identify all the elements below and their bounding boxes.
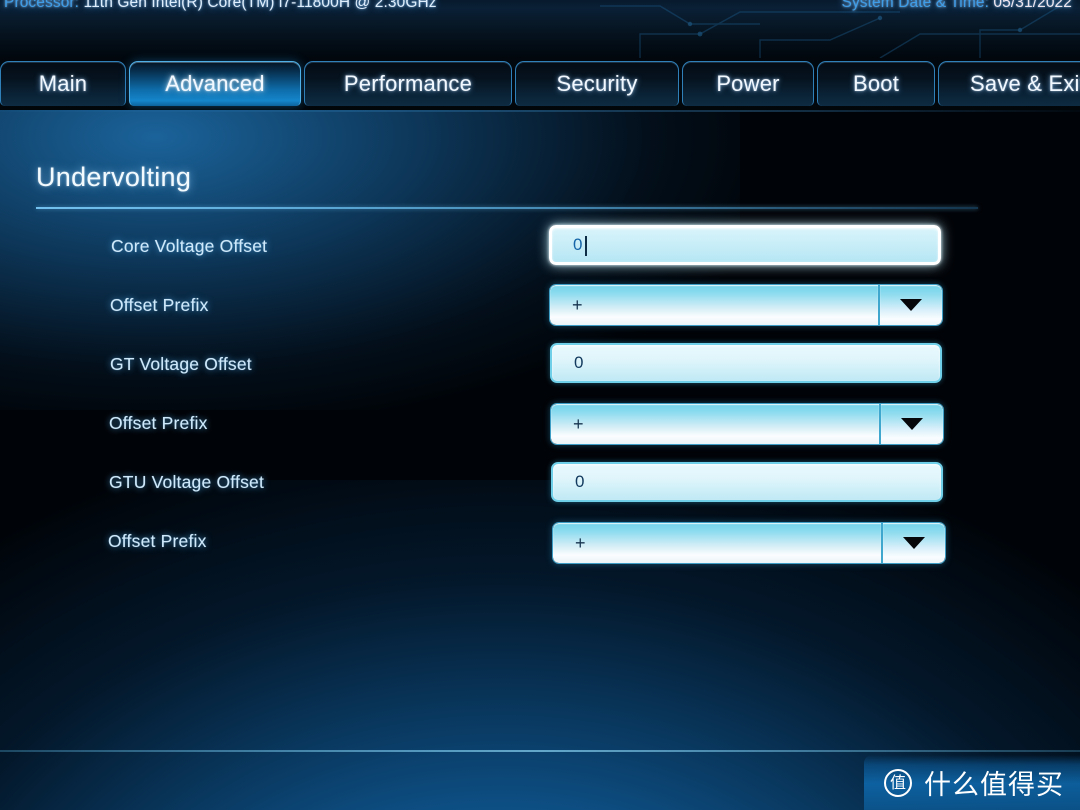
tab-security[interactable]: Security xyxy=(515,61,679,106)
tab-label: Main xyxy=(38,71,88,96)
input-gt-voltage-offset[interactable]: 0 xyxy=(550,343,942,383)
tab-label: Security xyxy=(556,71,638,96)
dropdown-toggle-button[interactable] xyxy=(880,285,942,325)
tab-label: Performance xyxy=(343,71,473,96)
chevron-down-icon xyxy=(903,537,925,549)
settings-content-area: Undervolting Core Voltage Offset 0 Offse… xyxy=(0,110,1080,810)
dropdown-toggle-button[interactable] xyxy=(883,523,945,563)
dropdown-face[interactable]: + xyxy=(550,285,878,325)
dropdown-offset-prefix-core[interactable]: + xyxy=(549,284,943,326)
tab-label: Power xyxy=(716,71,780,96)
input-value: 0 xyxy=(574,353,584,372)
dropdown-offset-prefix-gtu[interactable]: + xyxy=(552,522,946,564)
form-row-offset-prefix-gt: Offset Prefix + xyxy=(0,399,1080,458)
system-info-header: Processor: 11th Gen Intel(R) Core(TM) i7… xyxy=(0,0,1080,58)
form-row-gt-voltage-offset: GT Voltage Offset 0 xyxy=(0,340,1080,399)
label-offset-prefix-gtu: Offset Prefix xyxy=(108,531,207,551)
undervolting-panel: Undervolting Core Voltage Offset 0 Offse… xyxy=(0,110,1080,810)
input-gtu-voltage-offset[interactable]: 0 xyxy=(551,462,943,502)
datetime-label: System Date & Time: xyxy=(841,0,989,11)
dropdown-selected-value: + xyxy=(573,414,584,434)
label-offset-prefix-core: Offset Prefix xyxy=(110,295,209,315)
text-cursor xyxy=(584,236,587,256)
input-value: 0 xyxy=(575,472,585,491)
chevron-down-icon xyxy=(901,418,923,430)
system-datetime-info: System Date & Time: 05/31/2022 xyxy=(842,0,1072,12)
dropdown-face[interactable]: + xyxy=(551,404,879,444)
watermark-logo-icon: 值 xyxy=(884,768,912,797)
dropdown-selected-value: + xyxy=(572,295,583,315)
undervolting-form: Core Voltage Offset 0 Offset Prefix + GT… xyxy=(0,222,1080,576)
page-title: Undervolting xyxy=(36,162,192,192)
datetime-value: 05/31/2022 xyxy=(993,0,1072,11)
tab-save-and-exit[interactable]: Save & Exit xyxy=(938,61,1080,106)
input-value: 0 xyxy=(573,235,583,254)
main-tab-bar: Main Advanced Performance Security Power… xyxy=(0,58,1080,110)
form-row-gtu-voltage-offset: GTU Voltage Offset 0 xyxy=(0,458,1080,517)
form-row-offset-prefix-gtu: Offset Prefix + xyxy=(0,517,1080,576)
processor-value: 11th Gen Intel(R) Core(TM) i7-11800H @ 2… xyxy=(83,0,437,11)
label-gt-voltage-offset: GT Voltage Offset xyxy=(110,354,252,374)
bios-setup-screen: Processor: 11th Gen Intel(R) Core(TM) i7… xyxy=(0,0,1080,810)
watermark-overlay: 值 什么值得买 xyxy=(864,755,1080,810)
label-core-voltage-offset: Core Voltage Offset xyxy=(111,236,268,256)
tab-label: Advanced xyxy=(165,71,265,96)
processor-info: Processor: 11th Gen Intel(R) Core(TM) i7… xyxy=(4,0,437,12)
tab-label: Save & Exit xyxy=(970,71,1080,96)
chevron-down-icon xyxy=(900,299,922,311)
tab-power[interactable]: Power xyxy=(682,61,814,106)
tab-performance[interactable]: Performance xyxy=(304,61,512,106)
tab-main[interactable]: Main xyxy=(0,61,126,106)
processor-label: Processor: xyxy=(4,0,80,11)
title-divider xyxy=(36,207,978,209)
label-offset-prefix-gt: Offset Prefix xyxy=(109,413,208,433)
tab-boot[interactable]: Boot xyxy=(817,61,935,106)
form-row-core-voltage-offset: Core Voltage Offset 0 xyxy=(0,222,1080,281)
watermark-text: 什么值得买 xyxy=(924,770,1064,801)
dropdown-toggle-button[interactable] xyxy=(881,404,943,444)
dropdown-offset-prefix-gt[interactable]: + xyxy=(550,403,944,445)
form-row-offset-prefix-core: Offset Prefix + xyxy=(0,281,1080,340)
tab-advanced[interactable]: Advanced xyxy=(129,61,301,106)
tab-label: Boot xyxy=(852,71,900,96)
dropdown-selected-value: + xyxy=(575,533,586,553)
label-gtu-voltage-offset: GTU Voltage Offset xyxy=(109,472,265,492)
input-core-voltage-offset[interactable]: 0 xyxy=(549,225,941,265)
dropdown-face[interactable]: + xyxy=(553,523,881,563)
